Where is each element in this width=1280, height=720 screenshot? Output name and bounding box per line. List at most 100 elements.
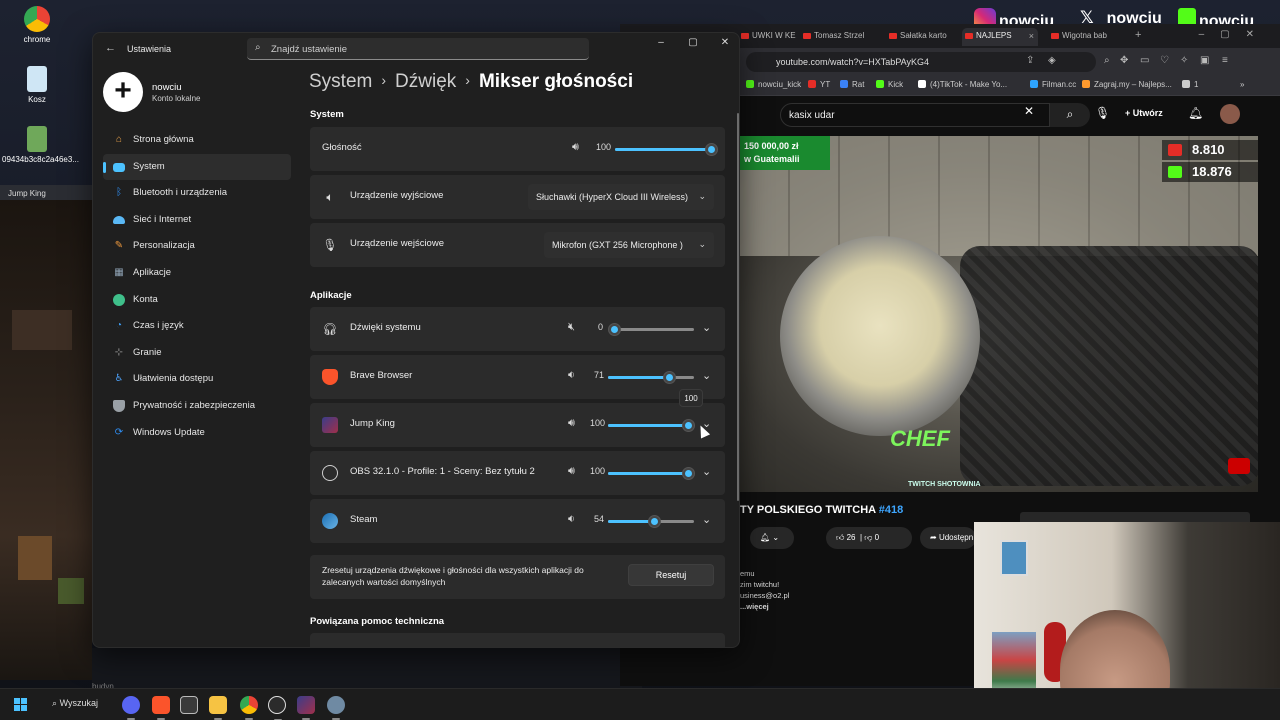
output-device-dropdown[interactable]: Słuchawki (HyperX Cloud III Wireless) ⌄ — [528, 184, 714, 210]
speaker-icon[interactable]: 🔊︎ — [568, 465, 575, 478]
sidebar-item-system[interactable]: System — [103, 153, 291, 181]
chrome-icon[interactable] — [240, 696, 258, 720]
slider-thumb[interactable] — [663, 371, 677, 384]
speaker-icon[interactable]: 🔉︎ — [568, 513, 575, 526]
share-icon[interactable]: ⇪ — [1026, 55, 1034, 66]
clear-search-icon[interactable]: ✕ — [1024, 104, 1034, 118]
file-explorer-icon[interactable] — [209, 696, 227, 720]
browser-tab[interactable]: Sałatka karto — [886, 28, 958, 46]
brave-icon[interactable] — [152, 696, 170, 720]
input-device-dropdown[interactable]: Mikrofon (GXT 256 Microphone ) ⌄ — [544, 232, 714, 258]
chevron-down-icon[interactable]: ⌄ — [702, 369, 711, 382]
app-volume-slider[interactable] — [608, 323, 694, 336]
app-volume-slider[interactable] — [608, 419, 695, 432]
bookmark-item[interactable]: (4)TikTok - Make Yo... — [918, 80, 1007, 89]
speaker-icon[interactable]: 🔉︎ — [568, 369, 575, 382]
slider-thumb[interactable] — [648, 515, 662, 528]
wallet-icon[interactable]: ▣ — [1200, 55, 1209, 66]
windows-start-icon[interactable] — [14, 698, 28, 712]
notifications-icon[interactable]: 🔔︎ — [1188, 106, 1203, 120]
reset-button[interactable]: Resetuj — [628, 564, 714, 586]
muted-speaker-icon[interactable]: 🔇︎ — [568, 321, 575, 334]
show-more-link[interactable]: ...więcej — [740, 601, 789, 612]
desktop-icon-chrome[interactable]: chrome — [2, 6, 72, 44]
new-tab-icon[interactable]: + — [1135, 29, 1141, 41]
master-volume-slider[interactable] — [615, 143, 718, 156]
close-icon[interactable]: ✕ — [709, 33, 739, 48]
maximize-icon[interactable]: ▢ — [677, 33, 709, 48]
speaker-icon[interactable]: 🔊︎ — [568, 417, 575, 430]
app-volume-slider[interactable] — [608, 371, 694, 384]
bookmark-item[interactable]: Kick — [876, 80, 903, 89]
app-icon[interactable] — [297, 696, 315, 720]
youtube-search-input[interactable]: kasix udar — [780, 103, 1050, 127]
bookmark-item[interactable]: Rat — [840, 80, 864, 89]
user-profile[interactable]: + nowciu Konto lokalne — [103, 71, 283, 115]
menu-icon[interactable]: ≡ — [1222, 55, 1228, 66]
discord-icon[interactable] — [122, 696, 140, 720]
breadcrumb-sound[interactable]: Dźwięk — [395, 71, 456, 92]
voice-search-icon[interactable]: 🎙︎ — [1095, 106, 1110, 120]
chevron-down-icon[interactable]: ⌄ — [702, 321, 711, 334]
bookmark-item[interactable]: Filman.cc — [1030, 80, 1076, 89]
scrollbar[interactable] — [737, 113, 739, 501]
chevron-down-icon[interactable]: ⌄ — [702, 513, 711, 526]
extensions-icon[interactable]: ✥ — [1120, 55, 1128, 66]
sidebar-icon[interactable]: ▭ — [1140, 55, 1149, 66]
desktop-icon-recycle-bin[interactable]: Kosz — [2, 66, 72, 104]
slider-thumb[interactable] — [682, 467, 695, 480]
leo-icon[interactable]: ✧ — [1180, 55, 1188, 66]
sidebar-item-home[interactable]: ⌂ Strona główna — [103, 127, 291, 154]
settings-search[interactable]: ⌕ — [247, 38, 589, 60]
media-icon[interactable] — [180, 696, 198, 714]
sidebar-item-gaming[interactable]: ⊹ Granie — [103, 340, 291, 367]
speaker-icon[interactable]: 🔊︎ — [572, 141, 579, 154]
video-description[interactable]: emu zim twitchu! usiness@o2.pl ...więcej — [740, 568, 789, 612]
sidebar-item-windows-update[interactable]: ⟳ Windows Update — [103, 420, 291, 447]
like-dislike-button[interactable]: 👍︎ 26 | 👎︎ 0 — [826, 527, 912, 549]
sidebar-item-personalization[interactable]: ✎ Personalizacja — [103, 233, 291, 260]
search-input[interactable] — [271, 41, 571, 57]
taskbar-search[interactable]: ⌕ Wyszukaj — [52, 698, 98, 709]
chevron-down-icon[interactable]: ⌄ — [702, 465, 711, 478]
settings-icon[interactable] — [327, 696, 345, 720]
bookmark-item[interactable]: YT — [808, 80, 830, 89]
slider-thumb[interactable] — [705, 143, 718, 156]
search-button[interactable]: ⌕ — [1050, 103, 1090, 127]
slider-thumb[interactable] — [682, 419, 695, 432]
browser-tab[interactable]: Wigotna bab — [1048, 28, 1122, 46]
sidebar-item-privacy[interactable]: Prywatność i zabezpieczenia — [103, 393, 291, 420]
share-button[interactable]: ➦ Udostępn — [920, 527, 976, 549]
close-tab-icon[interactable]: × — [1029, 31, 1034, 41]
desktop-icon-image-file[interactable]: 09434b3c8c2a46e3... — [2, 126, 79, 164]
sidebar-item-bluetooth[interactable]: ᛒ Bluetooth i urządzenia — [103, 180, 291, 207]
create-button[interactable]: + Utwórz — [1125, 108, 1163, 118]
minimize-icon[interactable]: – — [645, 33, 677, 48]
sidebar-item-accessibility[interactable]: ♿︎ Ułatwienia dostępu — [103, 366, 291, 393]
sidebar-item-time-language[interactable]: ◔ Czas i język — [103, 313, 291, 340]
video-title-hashtag[interactable]: #418 — [879, 504, 903, 516]
url-field[interactable]: youtube.com/watch?v=HXTabPAyKG4 — [746, 52, 1096, 72]
avatar[interactable] — [1220, 104, 1240, 124]
sidebar-item-apps[interactable]: ▦ Aplikacje — [103, 260, 291, 287]
bookmarks-overflow-icon[interactable]: » — [1240, 80, 1244, 89]
app-volume-slider[interactable] — [608, 467, 695, 480]
sidebar-item-accounts[interactable]: Konta — [103, 287, 291, 314]
zoom-icon[interactable]: ⌕ — [1104, 55, 1110, 66]
back-arrow-icon[interactable]: ← — [105, 42, 116, 54]
video-player[interactable]: 150 000,00 zł w Guatemalii 8.810 18.876 C… — [740, 136, 1258, 492]
brave-shield-icon[interactable]: ◈ — [1048, 55, 1056, 66]
bookmark-icon[interactable]: ♡ — [1160, 55, 1169, 66]
bookmark-item[interactable]: nowciu_kick — [746, 80, 801, 89]
breadcrumb-system[interactable]: System — [309, 71, 372, 92]
slider-thumb[interactable] — [608, 323, 621, 336]
browser-tab[interactable]: Tomasz Strzel — [800, 28, 872, 46]
app-volume-slider[interactable] — [608, 515, 694, 528]
obs-icon[interactable] — [268, 696, 286, 720]
sidebar-item-network[interactable]: Sieć i Internet — [103, 207, 291, 234]
bookmark-item[interactable]: 1 — [1182, 80, 1198, 89]
bookmark-item[interactable]: Zagraj.my – Najleps... — [1082, 80, 1172, 89]
browser-tab-active[interactable]: NAJLEPS × — [962, 28, 1038, 46]
browser-window-controls[interactable]: –▢✕ — [1199, 29, 1270, 40]
related-help-card[interactable] — [310, 633, 725, 647]
